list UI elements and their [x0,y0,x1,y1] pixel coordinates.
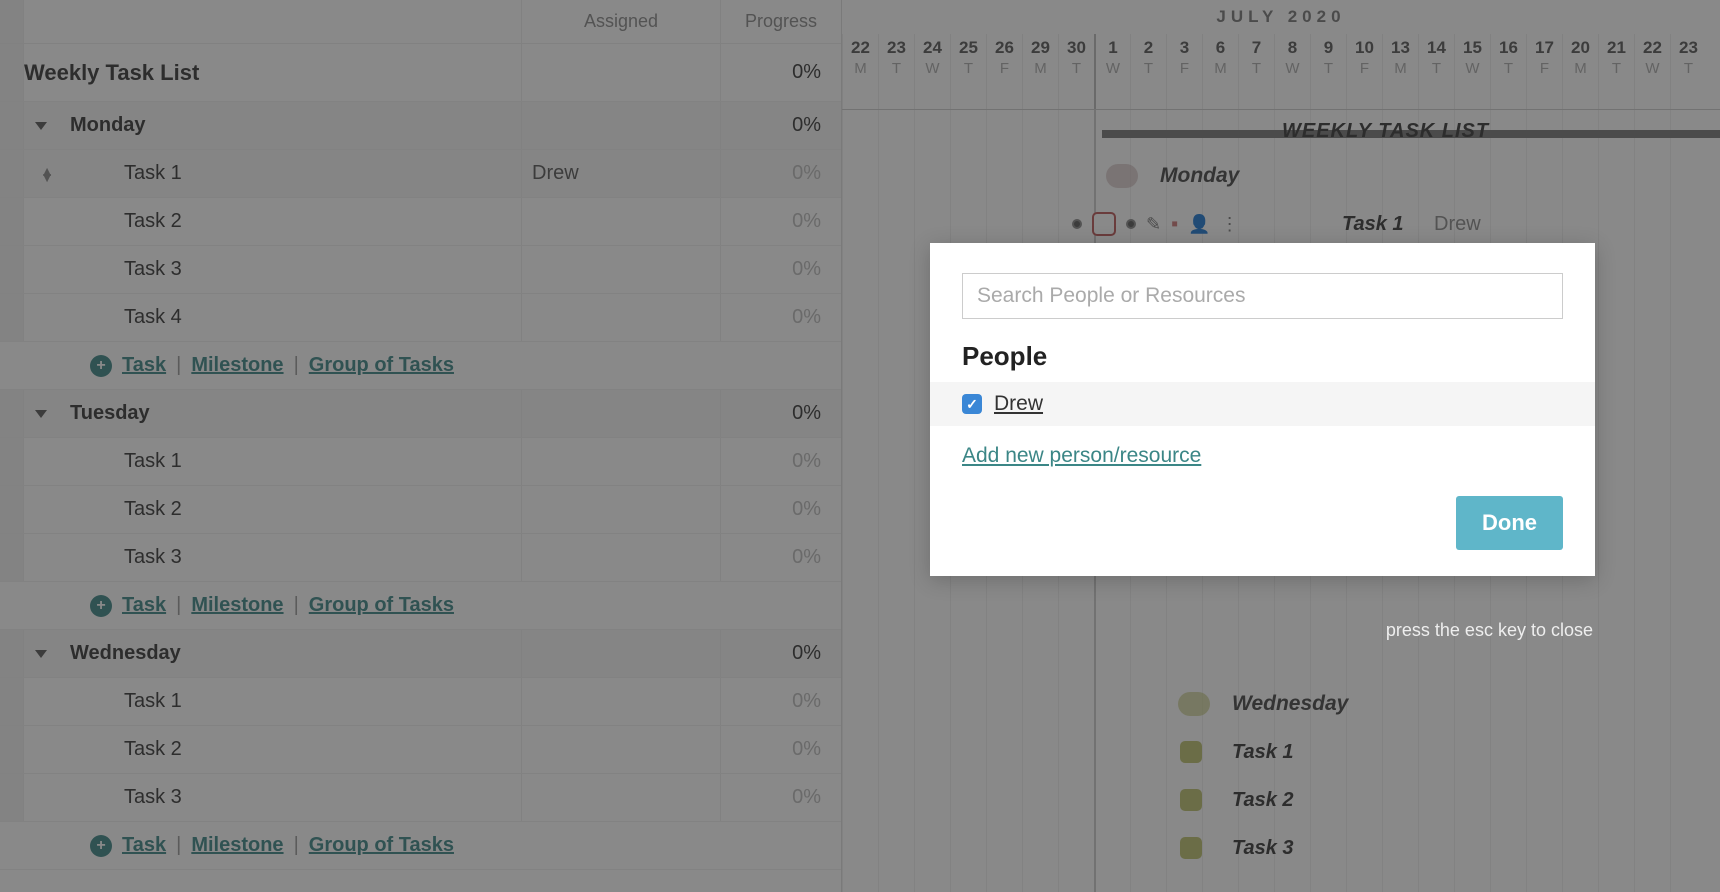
add-person-link[interactable]: Add new person/resource [962,444,1201,468]
esc-hint-text: press the esc key to close [930,620,1595,641]
person-name-link[interactable]: Drew [994,392,1043,416]
person-row-drew[interactable]: ✓ Drew [930,382,1595,426]
done-button[interactable]: Done [1456,496,1563,550]
search-people-input[interactable] [962,273,1563,319]
assign-people-modal: People ✓ Drew Add new person/resource Do… [930,243,1595,576]
checkbox-checked-icon[interactable]: ✓ [962,394,982,414]
people-section-header: People [962,341,1563,372]
